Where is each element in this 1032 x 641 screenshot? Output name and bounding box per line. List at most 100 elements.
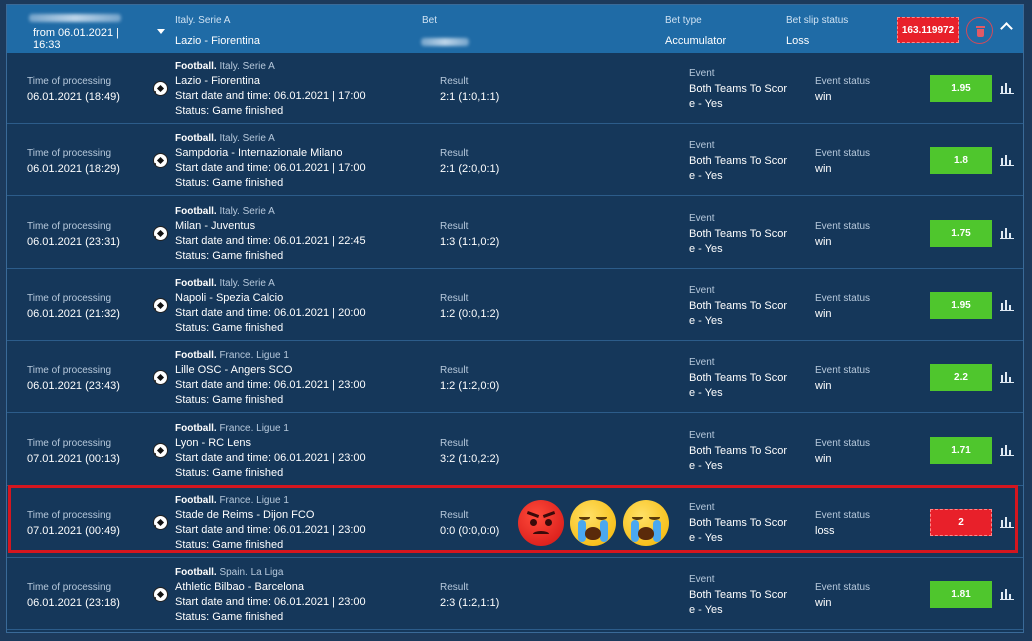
- match-name: Napoli - Spezia Calcio: [175, 291, 284, 304]
- event-name-line1: Both Teams To Scor: [689, 444, 788, 457]
- result-label: Result: [440, 437, 469, 449]
- processing-time: 07.01.2021 (00:13): [27, 452, 120, 465]
- football-icon: [153, 153, 168, 169]
- result-score: 2:1 (2:0,0:1): [440, 163, 500, 176]
- match-name: Lyon - RC Lens: [175, 436, 252, 449]
- football-icon: [153, 587, 168, 603]
- event-status: win: [815, 597, 832, 610]
- blurred-bet-amount: [421, 38, 469, 46]
- odds-badge: 2.2: [930, 364, 992, 392]
- event-status: win: [815, 452, 832, 465]
- event-row: Time of processing 06.01.2021 (21:32) Fo…: [7, 270, 1023, 341]
- game-status: Status: Game finished: [175, 249, 284, 262]
- result-label: Result: [440, 148, 469, 160]
- football-icon: [153, 81, 168, 96]
- slip-amount-badge: 163.119972: [897, 17, 959, 43]
- game-status: Status: Game finished: [175, 611, 284, 624]
- event-status-label: Event status: [815, 220, 871, 232]
- event-label: Event: [689, 140, 715, 152]
- event-row: Time of processing 06.01.2021 (18:49) Fo…: [7, 53, 1023, 124]
- trash-button[interactable]: [966, 17, 993, 44]
- result-label: Result: [440, 76, 469, 87]
- angry-face-icon: [518, 500, 564, 546]
- header-bet-label: Bet: [422, 15, 438, 26]
- league-name: Italy. Serie A: [219, 133, 275, 145]
- processing-time: 06.01.2021 (21:32): [27, 307, 120, 320]
- bet-slip-header[interactable]: from 06.01.2021 | 16:33 Italy. Serie A L…: [7, 5, 1023, 53]
- sport-league: Football. Italy. Serie A: [175, 61, 275, 72]
- header-league: Italy. Serie A: [175, 15, 231, 26]
- match-name: Milan - Juventus: [175, 219, 256, 232]
- slip-date: from 06.01.2021 |: [33, 27, 120, 39]
- chevron-down-icon[interactable]: [157, 29, 165, 34]
- stats-icon[interactable]: [1000, 371, 1014, 384]
- crying-face-icon: [623, 500, 669, 546]
- processing-label: Time of processing: [27, 365, 112, 377]
- result-label: Result: [440, 292, 469, 304]
- event-status: win: [815, 307, 832, 320]
- header-match: Lazio - Fiorentina: [175, 35, 260, 47]
- event-name-line1: Both Teams To Scor: [689, 83, 788, 95]
- stats-icon[interactable]: [1000, 82, 1014, 94]
- sport-league: Football. Italy. Serie A: [175, 133, 275, 144]
- game-status: Status: Game finished: [175, 177, 284, 190]
- blurred-slip-id: [29, 14, 121, 22]
- match-name: Athletic Bilbao - Barcelona: [175, 581, 305, 594]
- trash-icon: [976, 26, 985, 28]
- football-icon: [153, 225, 168, 241]
- game-status: Status: Game finished: [175, 466, 284, 479]
- odds-badge: 1.8: [930, 147, 992, 175]
- event-row: Time of processing 06.01.2021 (23:43) Fo…: [7, 342, 1023, 414]
- league-name: Italy. Serie A: [219, 61, 275, 72]
- result-label: Result: [440, 582, 469, 594]
- event-name-line2: e - Yes: [689, 314, 723, 327]
- event-name-line2: e - Yes: [689, 459, 723, 472]
- sport-name: Football.: [175, 277, 217, 289]
- event-name-line2: e - Yes: [689, 170, 723, 183]
- start-time: Start date and time: 06.01.2021 | 23:00: [175, 379, 366, 392]
- event-status: win: [815, 163, 832, 176]
- league-name: Italy. Serie A: [219, 205, 275, 217]
- odds-badge: 1.95: [930, 75, 992, 102]
- event-name-line2: e - Yes: [689, 98, 723, 110]
- football-icon: [153, 370, 168, 386]
- processing-label: Time of processing: [27, 148, 112, 160]
- result-label: Result: [440, 220, 469, 232]
- event-row: Time of processing 06.01.2021 (23:31) Fo…: [7, 198, 1023, 269]
- chevron-up-icon[interactable]: [1000, 22, 1013, 35]
- match-name: Lazio - Fiorentina: [175, 75, 260, 87]
- start-time: Start date and time: 06.01.2021 | 23:00: [175, 451, 366, 464]
- event-status-label: Event status: [815, 148, 871, 160]
- event-status-label: Event status: [815, 365, 871, 377]
- event-name-line2: e - Yes: [689, 387, 723, 400]
- start-time: Start date and time: 06.01.2021 | 17:00: [175, 90, 366, 102]
- slip-time: 16:33: [33, 39, 61, 51]
- event-status: win: [815, 91, 832, 103]
- league-name: Spain. La Liga: [219, 567, 284, 579]
- stats-icon[interactable]: [1000, 588, 1014, 601]
- odds-badge: 1.95: [930, 291, 992, 319]
- stats-icon[interactable]: [1000, 299, 1014, 311]
- stats-icon[interactable]: [1000, 154, 1014, 167]
- game-status: Status: Game finished: [175, 105, 284, 117]
- processing-label: Time of processing: [27, 582, 112, 594]
- sport-name: Football.: [175, 350, 217, 362]
- event-name-line1: Both Teams To Scor: [689, 589, 788, 602]
- bet-type-label: Bet type: [665, 15, 702, 26]
- processing-time: 06.01.2021 (23:43): [27, 380, 120, 393]
- result-score: 2:3 (1:2,1:1): [440, 597, 500, 610]
- processing-time: 06.01.2021 (23:31): [27, 235, 120, 248]
- start-time: Start date and time: 06.01.2021 | 23:00: [175, 596, 366, 609]
- stats-icon[interactable]: [1000, 444, 1014, 456]
- stats-icon[interactable]: [1000, 227, 1014, 239]
- sport-name: Football.: [175, 567, 217, 579]
- event-name-line2: e - Yes: [689, 604, 723, 617]
- event-name-line1: Both Teams To Scor: [689, 372, 788, 385]
- result-label: Result: [440, 365, 469, 377]
- league-name: France. Ligue 1: [219, 422, 289, 434]
- result-score: 1:2 (0:0,1:2): [440, 307, 500, 320]
- processing-label: Time of processing: [27, 76, 112, 87]
- result-score: 1:2 (1:2,0:0): [440, 380, 500, 393]
- event-status: win: [815, 235, 832, 248]
- sport-name: Football.: [175, 133, 217, 145]
